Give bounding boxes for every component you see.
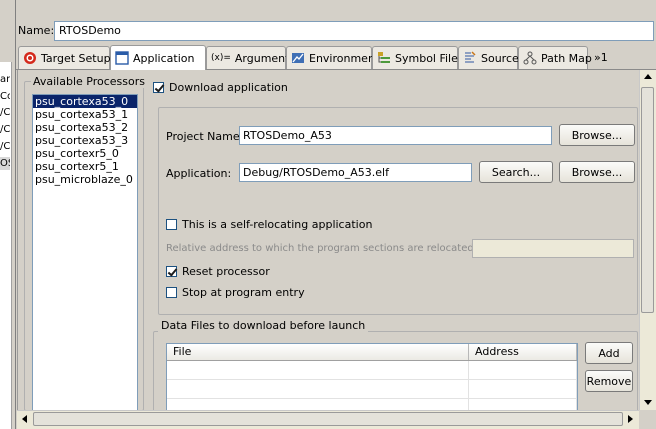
processor-item[interactable]: psu_cortexa53_1: [33, 108, 137, 121]
tab-arguments[interactable]: (x)= Arguments: [206, 46, 295, 69]
relative-address-input[interactable]: [472, 239, 634, 258]
self-relocating-label: This is a self-relocating application: [182, 218, 373, 231]
download-application-checkbox[interactable]: [153, 82, 164, 93]
name-label: Name:: [18, 24, 55, 37]
overflow-tabs-icon[interactable]: »1: [590, 46, 616, 69]
horizontal-scroll-thumb[interactable]: [33, 412, 623, 426]
address-column-header[interactable]: Address: [469, 344, 577, 360]
vertical-scroll-thumb[interactable]: [641, 87, 654, 313]
tab-application[interactable]: Application: [110, 45, 206, 70]
application-label: Application:: [166, 167, 232, 180]
tab-target-setup[interactable]: Target Setup: [18, 46, 111, 69]
tab-path-map[interactable]: Path Map: [518, 46, 592, 69]
table-row[interactable]: [167, 361, 577, 380]
project-browse-button[interactable]: Browse...: [559, 124, 635, 146]
relative-address-label: Relative address to which the program se…: [166, 243, 478, 254]
project-name-input[interactable]: RTOSDemo_A53: [239, 126, 552, 145]
stop-at-entry-checkbox-row[interactable]: Stop at program entry: [166, 286, 305, 299]
table-header: File Address: [167, 344, 577, 361]
reset-processor-checkbox-row[interactable]: Reset processor: [166, 265, 270, 278]
explorer-fragment: /C: [0, 141, 10, 152]
data-files-title: Data Files to download before launch: [158, 319, 369, 332]
overflow-tabs-label: »1: [594, 51, 608, 64]
add-data-file-button[interactable]: Add: [585, 342, 633, 364]
explorer-fragment: /C: [0, 107, 10, 118]
launch-config-tabs: Target Setup Application (x)= Arguments …: [16, 45, 656, 70]
explorer-fragment: Co: [0, 91, 10, 102]
processor-item[interactable]: psu_microblaze_0: [33, 173, 137, 186]
reset-processor-label: Reset processor: [182, 265, 270, 278]
download-application-label: Download application: [169, 81, 288, 94]
explorer-fragment: OS: [0, 157, 10, 170]
remove-data-file-button[interactable]: Remove: [585, 370, 633, 392]
symbol-files-icon: [377, 51, 391, 65]
tab-environment[interactable]: Environment: [286, 46, 379, 69]
application-path-input[interactable]: Debug/RTOSDemo_A53.elf: [239, 163, 472, 182]
environment-icon: [291, 51, 305, 65]
reset-processor-checkbox[interactable]: [166, 266, 177, 277]
project-name-label: Project Name:: [166, 130, 244, 143]
download-application-checkbox-row[interactable]: Download application: [153, 81, 288, 94]
tab-label: Path Map: [541, 51, 592, 65]
processor-item[interactable]: psu_cortexr5_0: [33, 147, 137, 160]
arguments-icon: (x)=: [211, 53, 231, 63]
application-icon: [115, 51, 129, 65]
target-icon: [23, 51, 37, 65]
tab-label: Symbol Files: [395, 51, 464, 65]
data-files-table[interactable]: File Address: [166, 343, 578, 413]
name-input[interactable]: RTOSDemo: [54, 21, 654, 41]
explorer-fragment: ar: [0, 74, 10, 85]
explorer-header: [0, 0, 12, 62]
processor-list[interactable]: psu_cortexa53_0 psu_cortexa53_1 psu_cort…: [32, 94, 138, 414]
scroll-down-icon[interactable]: [644, 400, 652, 405]
stop-at-entry-checkbox[interactable]: [166, 287, 177, 298]
tab-label: Application: [133, 51, 195, 65]
scroll-up-icon[interactable]: [644, 74, 652, 79]
scroll-left-icon[interactable]: [22, 415, 27, 423]
path-map-icon: [523, 51, 537, 65]
available-processors-title: Available Processors: [31, 75, 147, 88]
tab-label: Target Setup: [41, 51, 111, 65]
processor-item[interactable]: psu_cortexa53_0: [33, 95, 137, 108]
scroll-right-icon[interactable]: [628, 415, 633, 423]
stop-at-entry-label: Stop at program entry: [182, 286, 305, 299]
source-icon: [463, 51, 477, 65]
processor-item[interactable]: psu_cortexa53_2: [33, 121, 137, 134]
processor-item[interactable]: psu_cortexa53_3: [33, 134, 137, 147]
application-browse-button[interactable]: Browse...: [559, 161, 635, 183]
table-row[interactable]: [167, 380, 577, 399]
tab-source[interactable]: Source: [458, 46, 519, 69]
self-relocating-checkbox-row[interactable]: This is a self-relocating application: [166, 218, 372, 231]
tab-label: Source: [481, 51, 519, 65]
processor-item[interactable]: psu_cortexr5_1: [33, 160, 137, 173]
project-explorer-panel: ar Co /C /C /C OS: [0, 0, 12, 429]
tab-label: Environment: [309, 51, 380, 65]
explorer-fragment: /C: [0, 124, 10, 135]
application-search-button[interactable]: Search...: [479, 161, 553, 183]
tab-symbol-files[interactable]: Symbol Files: [372, 46, 464, 69]
self-relocating-checkbox[interactable]: [166, 219, 177, 230]
file-column-header[interactable]: File: [167, 344, 469, 360]
